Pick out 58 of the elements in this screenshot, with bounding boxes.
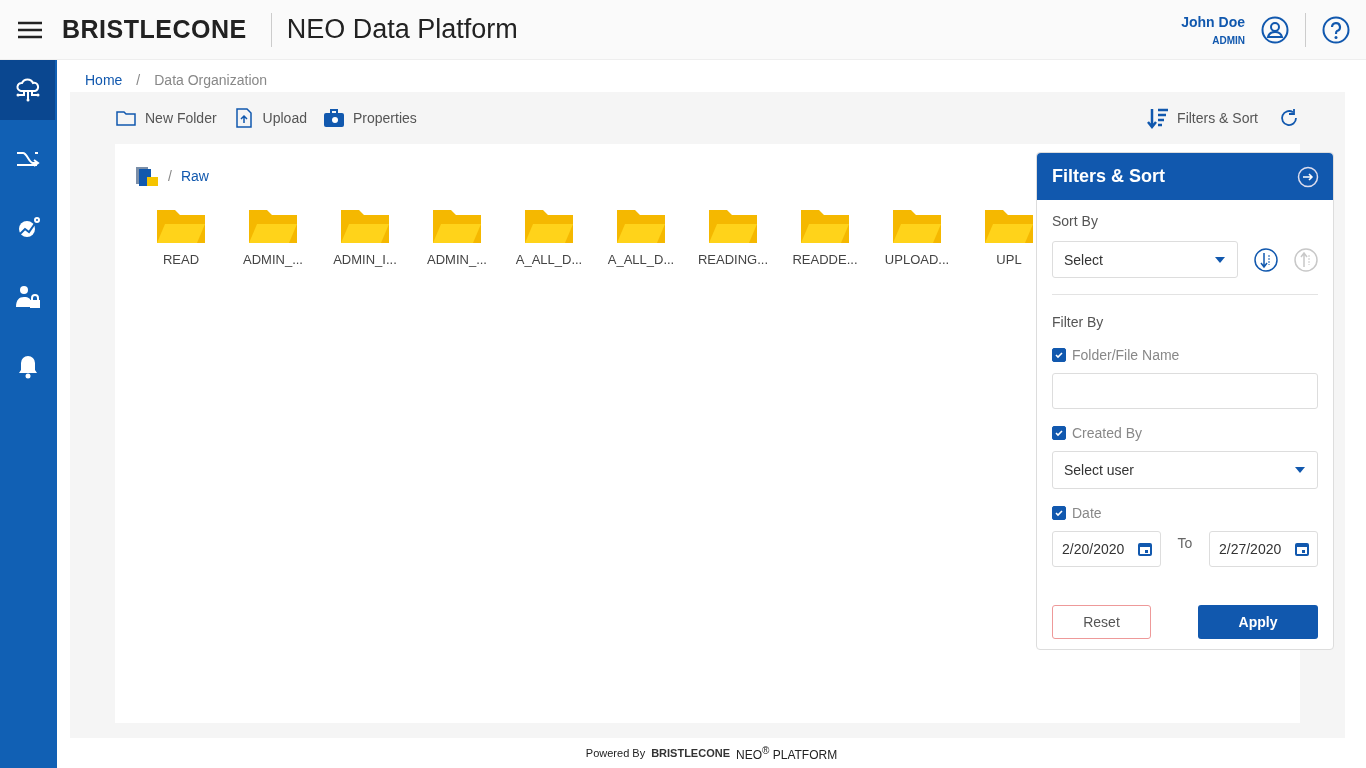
- folder[interactable]: READ: [135, 206, 227, 267]
- user-dropdown[interactable]: Select user: [1052, 451, 1318, 489]
- folder[interactable]: ADMIN_...: [411, 206, 503, 267]
- filters-sort-button[interactable]: Filters & Sort: [1147, 107, 1258, 129]
- checkbox-label: Folder/File Name: [1072, 347, 1180, 363]
- breadcrumb-separator: /: [136, 71, 141, 88]
- checkmark-icon: [1054, 508, 1064, 518]
- sort-by-label: Sort By: [1052, 213, 1098, 229]
- checkbox[interactable]: [1052, 426, 1066, 440]
- folder[interactable]: A_ALL_D...: [503, 206, 595, 267]
- folder[interactable]: ADMIN_...: [227, 206, 319, 267]
- folder[interactable]: READING...: [687, 206, 779, 267]
- filter-by-label: Filter By: [1052, 314, 1104, 330]
- breadcrumb-item[interactable]: Home: [85, 71, 123, 88]
- calendar-icon: [1138, 542, 1152, 556]
- platform-label: NEO$^{®}$ PLATFORM: [736, 744, 838, 762]
- user-name: John Doe: [1181, 13, 1245, 30]
- user-lock-icon: [13, 283, 42, 311]
- name-input-field[interactable]: [1052, 373, 1318, 409]
- checkbox-label: Created By: [1072, 425, 1143, 441]
- sort-down-button[interactable]: [1254, 247, 1278, 272]
- refresh-icon[interactable]: [1278, 107, 1300, 129]
- path-separator: /: [168, 168, 172, 184]
- sort-icon: [1147, 107, 1170, 129]
- toolbar-button[interactable]: New Folder: [115, 107, 217, 129]
- caret-icon: [1215, 256, 1225, 263]
- caret-icon: [1295, 467, 1305, 473]
- sort-dropdown[interactable]: Select: [1052, 241, 1238, 278]
- breadcrumb-item: Data Organization: [154, 71, 268, 88]
- checkmark-icon: [1054, 350, 1064, 360]
- storage-icon: [135, 164, 159, 188]
- path-item[interactable]: Raw: [180, 168, 209, 184]
- folder[interactable]: UPLOAD...: [871, 206, 963, 267]
- calendar-icon: [1295, 542, 1309, 556]
- footer-logo: BRISTLECONE: [651, 747, 730, 759]
- folder[interactable]: A_ALL_D...: [595, 206, 687, 267]
- reset-button[interactable]: Reset: [1052, 605, 1151, 639]
- checkbox-label: Date: [1072, 505, 1102, 521]
- date-field[interactable]: 2/20/2020: [1052, 531, 1161, 567]
- logo: BRISTLECONE: [62, 15, 247, 44]
- toolbar-button[interactable]: Upload: [232, 107, 307, 129]
- app-title: NEO Data Platform: [286, 14, 518, 45]
- powered-by-label: Powered By: [585, 747, 646, 759]
- apply-button[interactable]: Apply: [1198, 605, 1318, 639]
- toolbar-button[interactable]: Properties: [322, 107, 417, 129]
- menu-icon[interactable]: [18, 20, 42, 39]
- folder[interactable]: ADMIN_I...: [319, 206, 411, 267]
- to-label: To: [1177, 535, 1193, 551]
- help-icon[interactable]: [1322, 15, 1350, 44]
- date-field[interactable]: 2/27/2020: [1209, 531, 1318, 567]
- checkmark-icon: [1054, 428, 1064, 438]
- user-icon[interactable]: [1261, 15, 1289, 44]
- panel-title: Filters & Sort: [1052, 166, 1166, 187]
- sidebar-item[interactable]: [0, 60, 55, 120]
- user-role: ADMIN: [1212, 34, 1245, 46]
- checkbox[interactable]: [1052, 506, 1066, 520]
- checkbox[interactable]: [1052, 348, 1066, 362]
- folder[interactable]: READDE...: [779, 206, 871, 267]
